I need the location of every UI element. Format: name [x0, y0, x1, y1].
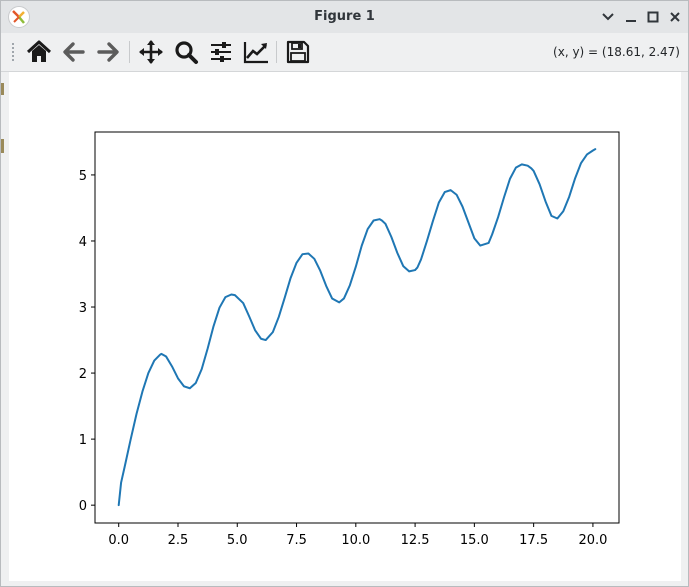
window-edge-mark — [1, 139, 4, 153]
y-tick-label: 1 — [79, 433, 87, 448]
series-line-0 — [117, 148, 597, 507]
save-button[interactable] — [283, 37, 313, 67]
minimize-button[interactable] — [622, 8, 640, 26]
home-button[interactable] — [24, 37, 54, 67]
cursor-coordinates: (x, y) = (18.61, 2.47) — [553, 45, 680, 59]
x-tick-label: 2.5 — [168, 533, 189, 548]
maximize-icon — [647, 11, 659, 23]
forward-button[interactable] — [93, 37, 123, 67]
y-tick-label: 2 — [79, 367, 87, 382]
close-button[interactable] — [666, 8, 684, 26]
y-tick-label: 3 — [79, 301, 87, 316]
move-arrows-icon — [139, 40, 163, 64]
window-edge-mark — [1, 83, 4, 95]
y-tick-label: 0 — [79, 499, 87, 514]
title-bar[interactable]: Figure 1 — [1, 1, 688, 33]
line-chart-icon — [243, 42, 268, 64]
chevron-down-icon — [602, 13, 614, 21]
x-tick-label: 10.0 — [341, 533, 370, 548]
forward-arrow-icon — [97, 42, 119, 62]
toolbar-separator — [276, 41, 277, 63]
back-arrow-icon — [63, 42, 85, 62]
y-tick-label: 4 — [79, 235, 87, 250]
x-tick-label: 17.5 — [519, 533, 548, 548]
sliders-icon — [211, 42, 231, 62]
x-tick-label: 12.5 — [401, 533, 430, 548]
pan-button[interactable] — [136, 37, 166, 67]
configure-subplots-button[interactable] — [206, 37, 236, 67]
x-tick-label: 0.0 — [108, 533, 129, 548]
window-title: Figure 1 — [314, 9, 375, 24]
y-tick-label: 5 — [79, 169, 87, 184]
collapse-button[interactable] — [599, 8, 617, 26]
navigation-toolbar: (x, y) = (18.61, 2.47) — [1, 33, 688, 72]
figure-canvas[interactable]: 0.0 2.5 5.0 7.5 10.0 12.5 15.0 17.5 20.0 0 1 2 3 4 5 — [9, 72, 681, 581]
toolbar-grip[interactable] — [11, 42, 15, 62]
home-icon — [26, 40, 52, 62]
axes-frame — [94, 131, 620, 524]
back-button[interactable] — [59, 37, 89, 67]
close-icon — [670, 12, 680, 22]
minimize-icon — [626, 20, 636, 22]
magnifier-icon — [175, 41, 198, 64]
edit-axes-button[interactable] — [241, 37, 271, 67]
line-plot[interactable]: 0.0 2.5 5.0 7.5 10.0 12.5 15.0 17.5 20.0 0 1 2 3 4 5 — [9, 72, 681, 581]
figure-window: Figure 1 (x, y) = (18.61, 2.47) 0.0 2.5 … — [0, 0, 689, 587]
x-tick-label: 5.0 — [227, 533, 248, 548]
toolbar-separator — [129, 41, 130, 63]
x-tick-label: 7.5 — [286, 533, 307, 548]
maximize-button[interactable] — [644, 8, 662, 26]
zoom-button[interactable] — [171, 37, 201, 67]
x-tick-label: 15.0 — [460, 533, 489, 548]
x-tick-label: 20.0 — [578, 533, 607, 548]
floppy-disk-icon — [286, 40, 310, 64]
